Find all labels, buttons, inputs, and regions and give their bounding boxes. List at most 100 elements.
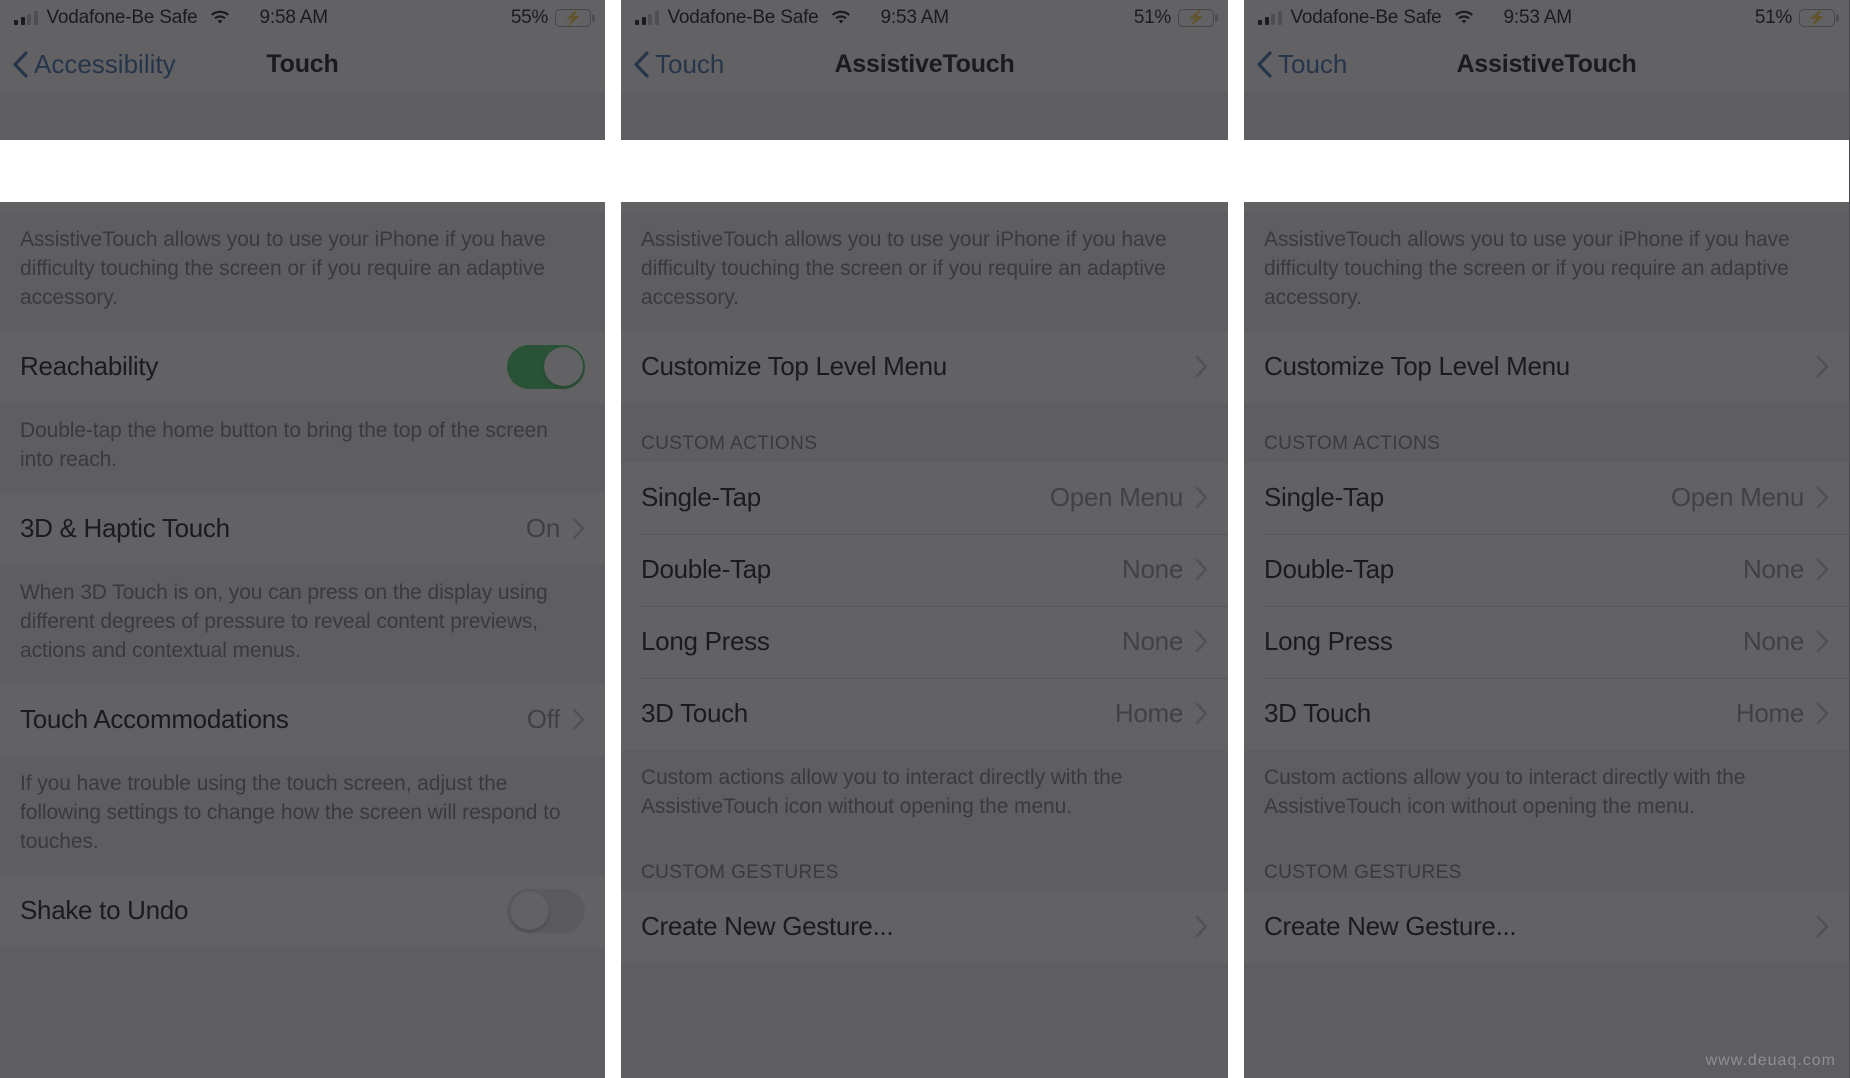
row-label: Single-Tap — [641, 482, 761, 513]
back-button-label: Touch — [655, 48, 725, 79]
row-label: AssistiveTouch — [20, 160, 188, 191]
status-bar: Vodafone-Be Safe 9:53 AM 51% ⚡ — [1244, 0, 1849, 36]
battery-charging-icon: ⚡ — [1178, 9, 1214, 27]
wifi-icon — [1453, 10, 1475, 26]
row-label: 3D Touch — [641, 698, 748, 729]
chevron-right-icon — [1816, 703, 1829, 725]
reachability-toggle[interactable] — [507, 344, 585, 389]
row-3d-touch[interactable]: 3D Touch Home — [1244, 677, 1849, 750]
row-value: On — [525, 513, 560, 544]
back-button-label: Touch — [1278, 48, 1348, 79]
wifi-icon — [830, 10, 852, 26]
settings-list[interactable]: AssistiveTouch On AssistiveTouch allows … — [0, 92, 605, 1078]
row-value: Home — [1114, 698, 1183, 729]
phone-screen-assistivetouch-off: Vodafone-Be Safe 9:53 AM 51% ⚡ Touch Ass… — [1244, 0, 1849, 1078]
section-header-custom-actions: CUSTOM ACTIONS — [621, 402, 1228, 462]
row-long-press[interactable]: Long Press None — [1244, 605, 1849, 678]
row-customize-top-level-menu[interactable]: Customize Top Level Menu — [621, 330, 1228, 403]
status-bar-right: 55% ⚡ — [511, 7, 591, 29]
row-accessory — [1816, 915, 1829, 938]
shake-to-undo-toggle[interactable] — [507, 888, 585, 933]
row-label: Touch Accommodations — [20, 704, 289, 735]
row-value: Open Menu — [1049, 482, 1183, 513]
section-header-custom-actions: CUSTOM ACTIONS — [1244, 402, 1849, 462]
status-bar-clock: 9:53 AM — [880, 7, 950, 28]
row-accessory: None — [1743, 554, 1829, 585]
row-accessory: None — [1122, 554, 1208, 585]
row-accessory — [1816, 355, 1829, 378]
row-customize-top-level-menu[interactable]: Customize Top Level Menu — [1244, 330, 1849, 403]
row-touch-accommodations[interactable]: Touch Accommodations Off — [0, 683, 605, 756]
footer-custom-actions: Custom actions allow you to interact dir… — [621, 749, 1228, 840]
chevron-right-icon — [1195, 559, 1208, 581]
row-accessory — [507, 344, 585, 389]
cellular-signal-icon — [635, 11, 659, 25]
footer-haptic: When 3D Touch is on, you can press on th… — [0, 564, 605, 684]
settings-list[interactable]: AssistiveTouch AssistiveTouch allows you… — [621, 92, 1228, 1078]
status-bar: Vodafone-Be Safe 9:53 AM 51% ⚡ — [621, 0, 1228, 36]
chevron-right-icon — [1195, 356, 1208, 378]
back-button[interactable]: Touch — [1244, 49, 1347, 80]
assistivetouch-toggle[interactable] — [1130, 154, 1208, 198]
chevron-right-icon — [1195, 703, 1208, 725]
phone-screen-assistivetouch-on: Vodafone-Be Safe 9:53 AM 51% ⚡ Touch Ass… — [621, 0, 1228, 1078]
row-accessory — [1195, 915, 1208, 938]
row-assistivetouch[interactable]: AssistiveTouch On — [0, 140, 605, 212]
row-accessory: Open Menu — [1671, 482, 1829, 513]
row-create-new-gesture[interactable]: Create New Gesture... — [621, 890, 1228, 963]
row-label: AssistiveTouch — [641, 160, 809, 191]
row-reachability[interactable]: Reachability — [0, 330, 605, 403]
footer-assistivetouch: AssistiveTouch allows you to use your iP… — [621, 212, 1228, 331]
status-bar-left: Vodafone-Be Safe 9:53 AM — [1258, 7, 1572, 29]
row-label: Create New Gesture... — [1264, 911, 1517, 942]
row-label: 3D & Haptic Touch — [20, 513, 230, 544]
row-double-tap[interactable]: Double-Tap None — [1244, 533, 1849, 606]
row-3d-haptic-touch[interactable]: 3D & Haptic Touch On — [0, 492, 605, 565]
navigation-bar: Touch AssistiveTouch — [1244, 36, 1849, 92]
cellular-signal-icon — [1258, 11, 1282, 25]
status-bar-clock: 9:53 AM — [1503, 7, 1573, 28]
row-single-tap[interactable]: Single-Tap Open Menu — [621, 461, 1228, 534]
row-accessory — [1751, 154, 1829, 198]
row-accessory: On — [526, 513, 585, 544]
row-single-tap[interactable]: Single-Tap Open Menu — [1244, 461, 1849, 534]
row-accessory: Home — [1115, 698, 1208, 729]
row-accessory: None — [1743, 626, 1829, 657]
row-3d-touch[interactable]: 3D Touch Home — [621, 677, 1228, 750]
wifi-icon — [209, 10, 231, 26]
row-assistivetouch-toggle[interactable]: AssistiveTouch — [1244, 140, 1849, 212]
battery-percent: 55% — [510, 7, 548, 28]
chevron-left-icon — [13, 50, 28, 78]
row-accessory: Off — [527, 704, 585, 735]
row-double-tap[interactable]: Double-Tap None — [621, 533, 1228, 606]
screenshot-stage: Vodafone-Be Safe 9:58 AM 55% ⚡ Accessibi… — [0, 0, 1850, 1078]
row-assistivetouch-toggle[interactable]: AssistiveTouch — [621, 140, 1228, 212]
cellular-signal-icon — [14, 11, 38, 25]
battery-charging-icon: ⚡ — [555, 9, 591, 27]
chevron-right-icon — [572, 518, 585, 540]
battery-charging-icon: ⚡ — [1799, 9, 1835, 27]
settings-list[interactable]: AssistiveTouch AssistiveTouch allows you… — [1244, 92, 1849, 1078]
list-top-spacer — [621, 92, 1228, 140]
row-label: Double-Tap — [1264, 554, 1394, 585]
navigation-bar: Accessibility Touch — [0, 36, 605, 92]
back-button[interactable]: Accessibility — [0, 49, 176, 80]
footer-reachability: Double-tap the home button to bring the … — [0, 402, 605, 493]
row-create-new-gesture[interactable]: Create New Gesture... — [1244, 890, 1849, 963]
row-label: Double-Tap — [641, 554, 771, 585]
row-value: None — [1122, 554, 1183, 585]
row-value: None — [1122, 626, 1183, 657]
row-accessory: Home — [1736, 698, 1829, 729]
row-value: On — [525, 160, 560, 191]
row-shake-to-undo[interactable]: Shake to Undo — [0, 874, 605, 947]
battery-percent: 51% — [1754, 7, 1792, 28]
row-long-press[interactable]: Long Press None — [621, 605, 1228, 678]
row-label: Reachability — [20, 351, 159, 382]
row-accessory — [1195, 355, 1208, 378]
row-accessory: On — [526, 161, 585, 192]
phone-screen-touch-settings: Vodafone-Be Safe 9:58 AM 55% ⚡ Accessibi… — [0, 0, 605, 1078]
carrier-name: Vodafone-Be Safe — [1290, 7, 1442, 28]
assistivetouch-toggle[interactable] — [1751, 154, 1829, 198]
status-bar-left: Vodafone-Be Safe 9:58 AM — [14, 7, 328, 29]
back-button[interactable]: Touch — [621, 49, 724, 80]
